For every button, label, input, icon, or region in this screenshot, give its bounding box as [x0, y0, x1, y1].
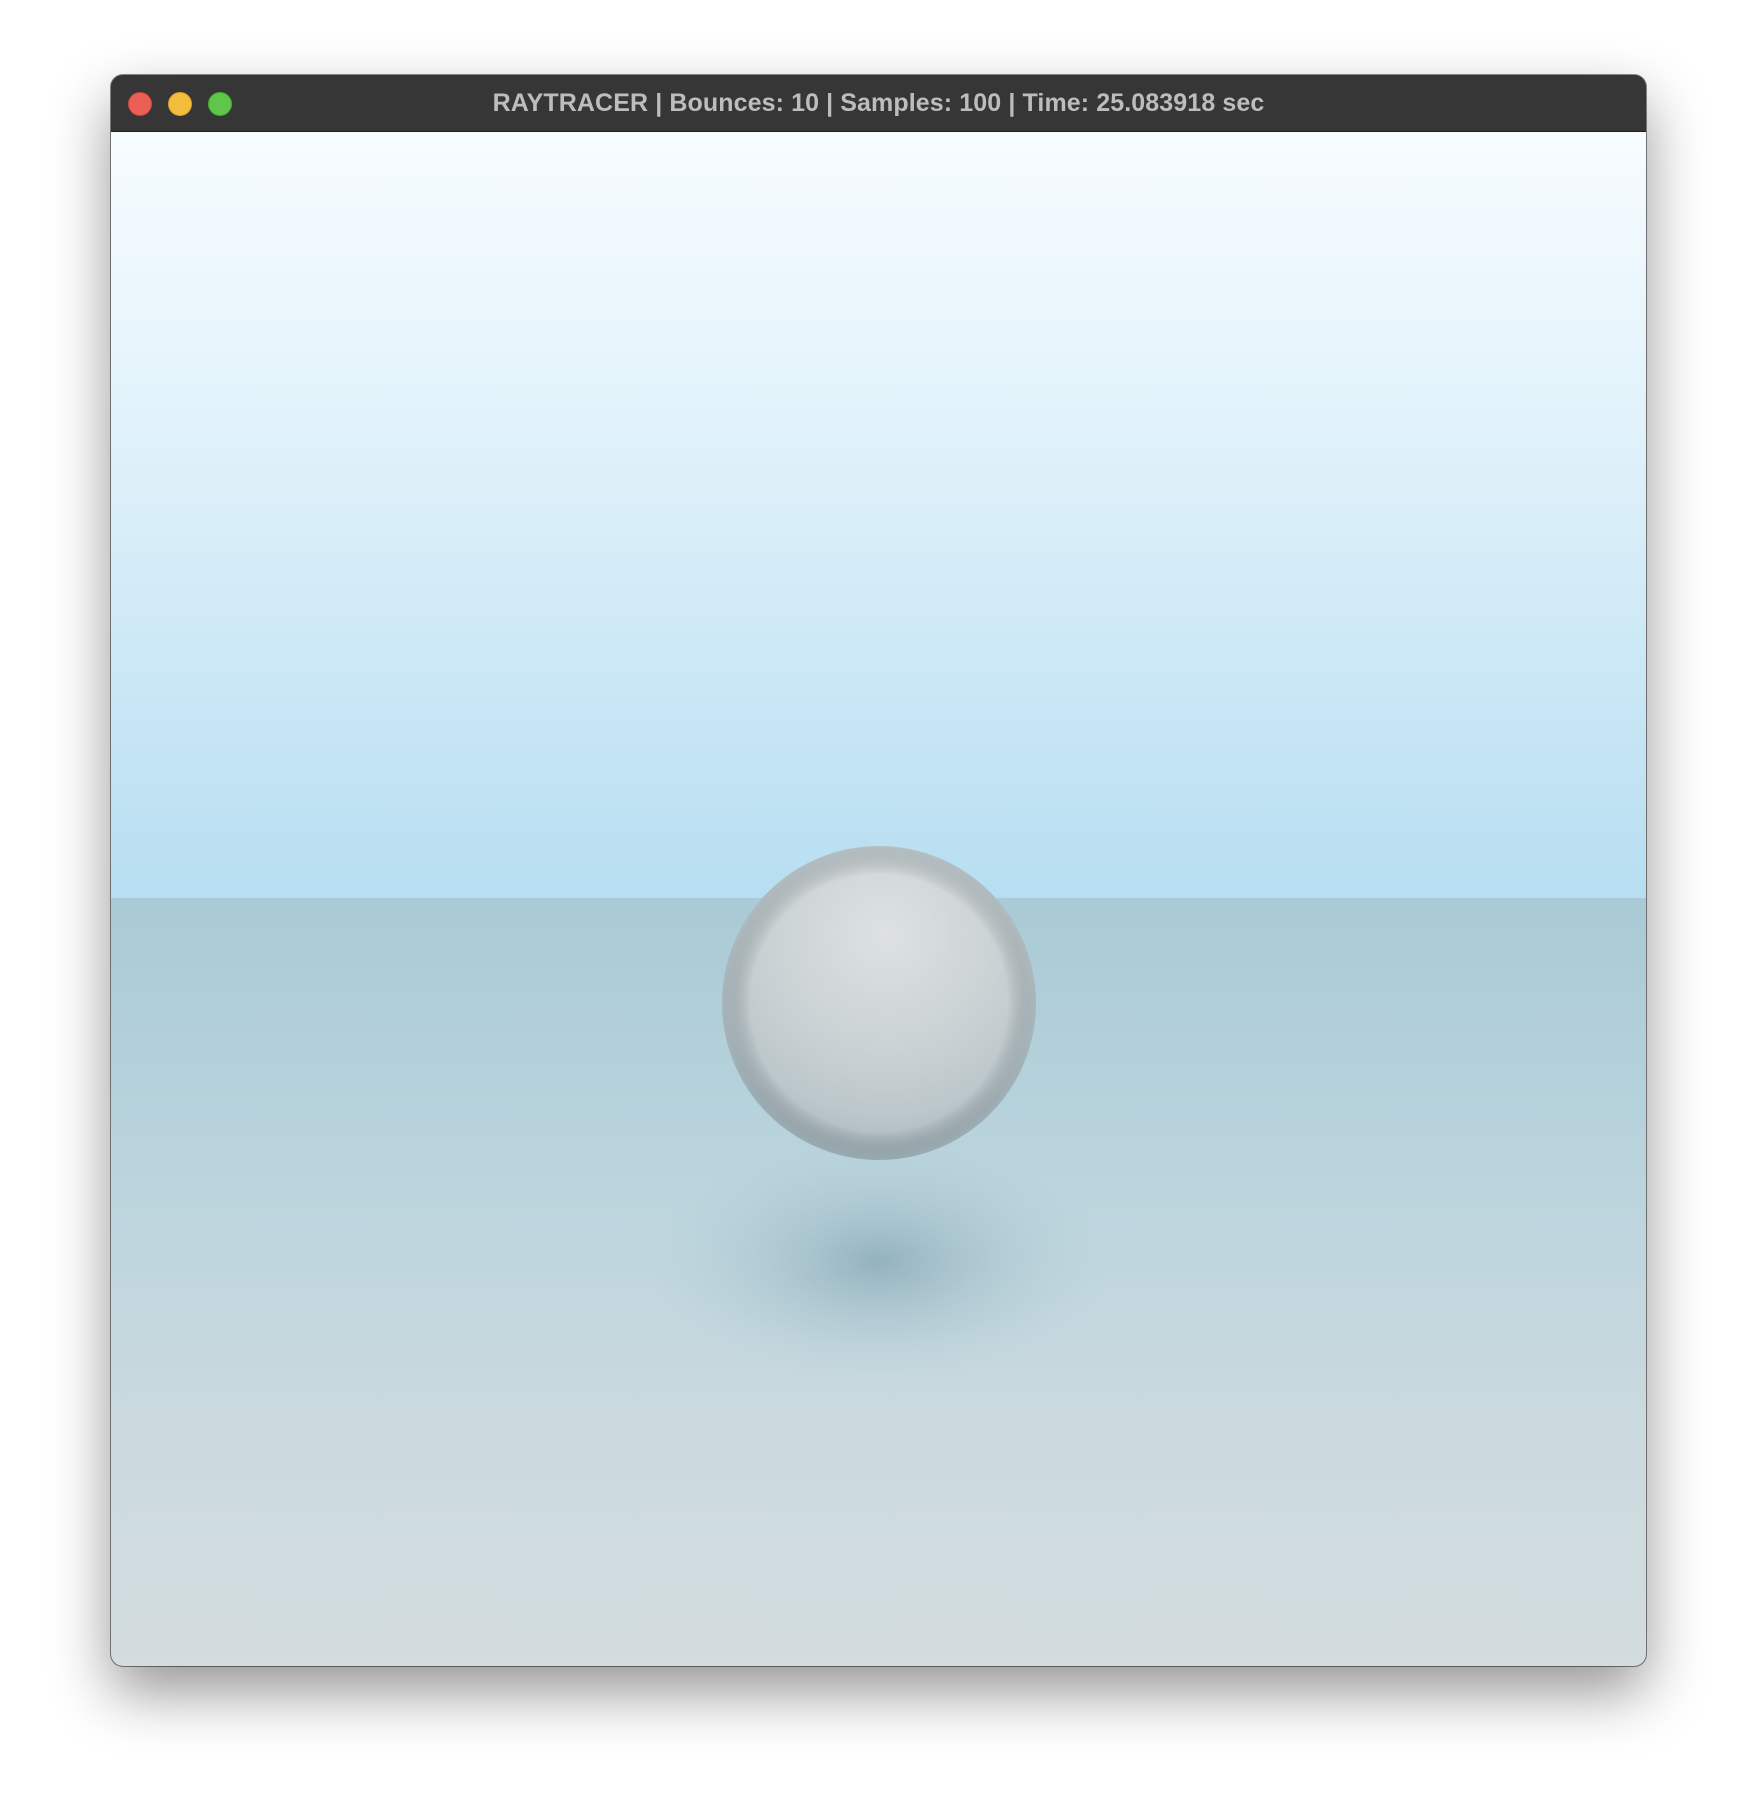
sphere-shadow: [649, 1137, 1109, 1387]
sphere-rim: [722, 846, 1036, 1160]
app-window: RAYTRACER | Bounces: 10 | Samples: 100 |…: [111, 75, 1646, 1666]
render-viewport: [111, 132, 1646, 1666]
rendered-scene: [111, 132, 1646, 1666]
sky: [111, 132, 1646, 898]
window-title: RAYTRACER | Bounces: 10 | Samples: 100 |…: [492, 89, 1265, 117]
title-bar[interactable]: RAYTRACER | Bounces: 10 | Samples: 100 |…: [111, 75, 1646, 132]
